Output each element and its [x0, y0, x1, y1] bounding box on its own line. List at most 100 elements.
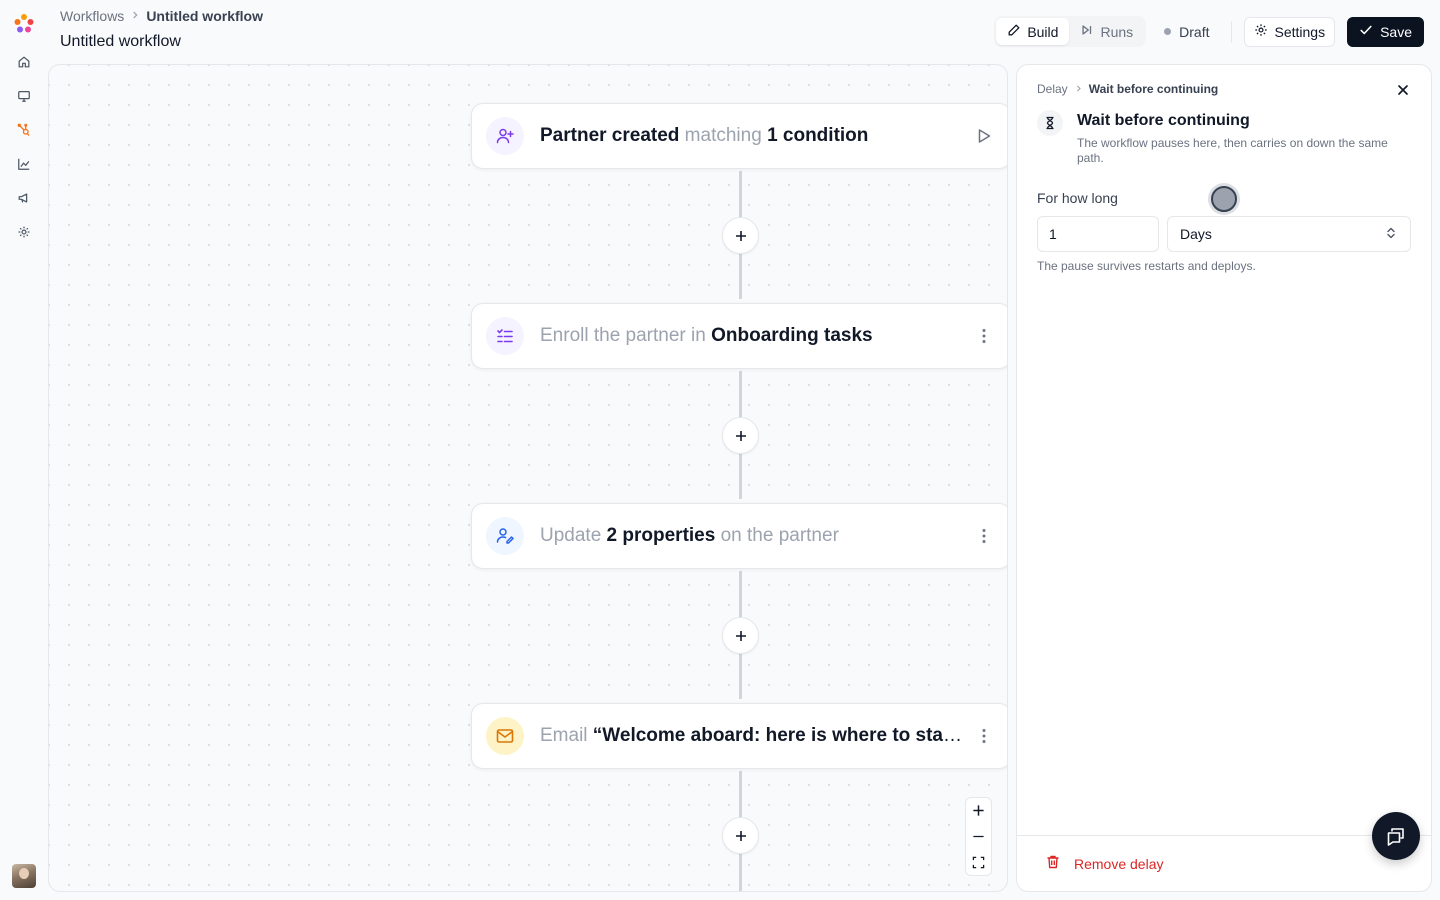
panel-breadcrumb-current: Wait before continuing	[1088, 82, 1219, 96]
user-plus-icon	[486, 117, 524, 155]
node-text-part: Onboarding tasks	[711, 325, 873, 346]
panel-breadcrumb: Delay Wait before continuing	[1037, 82, 1218, 96]
maximize-icon	[972, 856, 985, 868]
zoom-controls	[965, 797, 992, 876]
add-step-button[interactable]	[722, 417, 759, 454]
settings-label: Settings	[1274, 23, 1326, 40]
run-trigger-button[interactable]	[972, 124, 996, 148]
add-step-button[interactable]	[722, 817, 759, 854]
node-text-part: “Welcome aboard: here is where to start”	[592, 725, 964, 746]
hourglass-icon	[1037, 110, 1063, 136]
user-avatar[interactable]	[12, 864, 36, 888]
node-menu-button[interactable]	[972, 524, 996, 548]
zoom-in-button[interactable]	[966, 798, 991, 824]
more-vertical-icon	[982, 529, 986, 543]
status-label: Draft	[1179, 23, 1210, 40]
panel-description: The workflow pauses here, then carries o…	[1077, 136, 1388, 165]
duration-label: For how long	[1037, 190, 1118, 206]
skip-forward-icon	[1080, 23, 1094, 40]
panel-title: Wait before continuing	[1077, 112, 1250, 129]
panel-breadcrumb-root[interactable]: Delay	[1037, 82, 1068, 96]
pointer-indicator	[1211, 186, 1237, 212]
workflow-canvas[interactable]: Partner created matching 1 condition Enr…	[48, 64, 1008, 892]
header-toolbar: Build Runs Draft Settings Save	[994, 16, 1424, 47]
close-panel-button[interactable]	[1395, 82, 1411, 98]
node-text: Enroll the partner in Onboarding tasks	[540, 325, 964, 347]
page-header: Workflows Untitled workflow Untitled wor…	[60, 0, 1440, 60]
node-menu-button[interactable]	[972, 324, 996, 348]
node-text-part: matching	[679, 125, 768, 146]
tab-runs[interactable]: Runs	[1069, 18, 1144, 45]
mail-icon	[486, 717, 524, 755]
fit-view-button[interactable]	[966, 849, 991, 875]
workflow-node-trigger[interactable]: Partner created matching 1 condition	[471, 103, 1007, 169]
tab-build-label: Build	[1027, 23, 1059, 40]
duration-hint: The pause survives restarts and deploys.	[1037, 259, 1256, 273]
checklist-icon	[486, 317, 524, 355]
workflow-node-email[interactable]: Email “Welcome aboard: here is where to …	[471, 703, 1007, 769]
chat-support-button[interactable]	[1372, 812, 1420, 860]
duration-unit-value: Days	[1180, 226, 1212, 242]
duration-unit-select[interactable]: Days	[1167, 216, 1411, 252]
node-text-part: Email	[540, 725, 593, 746]
plus-icon	[735, 430, 746, 441]
breadcrumb: Workflows Untitled workflow	[60, 8, 263, 24]
breadcrumb-root-link[interactable]: Workflows	[60, 8, 124, 24]
user-edit-icon	[486, 517, 524, 555]
chevron-up-down-icon	[1384, 226, 1398, 243]
add-step-button[interactable]	[722, 217, 759, 254]
nav-megaphone-icon[interactable]	[14, 188, 34, 208]
trash-icon	[1045, 854, 1061, 873]
save-button[interactable]: Save	[1347, 16, 1424, 47]
check-icon	[1359, 23, 1373, 40]
plus-icon	[735, 230, 746, 241]
nav-settings-icon[interactable]	[14, 222, 34, 242]
workflow-node-enroll[interactable]: Enroll the partner in Onboarding tasks	[471, 303, 1007, 369]
add-step-button[interactable]	[722, 617, 759, 654]
tab-build[interactable]: Build	[996, 18, 1070, 45]
remove-delay-label: Remove delay	[1074, 855, 1164, 872]
panel-footer: Remove delay	[1017, 835, 1431, 891]
plus-icon	[973, 805, 984, 816]
gear-icon	[1254, 23, 1268, 40]
play-icon	[978, 129, 991, 143]
node-menu-button[interactable]	[972, 724, 996, 748]
minus-icon	[973, 835, 984, 838]
node-text-part: on the partner	[715, 525, 839, 546]
status-dot-icon	[1164, 28, 1172, 35]
nav-chart-icon[interactable]	[14, 154, 34, 174]
toolbar-divider	[1231, 20, 1233, 43]
remove-delay-button[interactable]: Remove delay	[1045, 854, 1164, 873]
plus-icon	[735, 830, 746, 841]
node-text: Update 2 properties on the partner	[540, 525, 964, 547]
nav-home-icon[interactable]	[14, 52, 34, 72]
save-label: Save	[1380, 23, 1412, 40]
workflow-node-update[interactable]: Update 2 properties on the partner	[471, 503, 1007, 569]
view-tabs: Build Runs	[994, 16, 1147, 47]
pencil-icon	[1007, 23, 1021, 40]
node-text-part: Enroll the partner in	[540, 325, 712, 346]
chevron-right-icon	[1074, 82, 1083, 96]
node-text-part: Update	[540, 525, 607, 546]
plus-icon	[735, 630, 746, 641]
left-rail	[0, 0, 48, 900]
step-detail-panel: Delay Wait before continuing Wait before…	[1016, 64, 1432, 892]
settings-button[interactable]: Settings	[1244, 16, 1336, 47]
node-text: Email “Welcome aboard: here is where to …	[540, 725, 964, 747]
breadcrumb-current: Untitled workflow	[146, 8, 263, 24]
node-text: Partner created matching 1 condition	[540, 125, 964, 147]
nav-monitor-icon[interactable]	[14, 86, 34, 106]
tab-runs-label: Runs	[1100, 23, 1134, 40]
more-vertical-icon	[982, 729, 986, 743]
page-title: Untitled workflow	[60, 33, 181, 50]
status-badge: Draft	[1154, 24, 1219, 40]
zoom-out-button[interactable]	[966, 824, 991, 850]
more-vertical-icon	[982, 329, 986, 343]
duration-input[interactable]	[1037, 216, 1159, 252]
chevron-right-icon	[130, 9, 140, 23]
nav-hubspot-icon[interactable]	[14, 120, 34, 140]
chat-icon	[1387, 828, 1404, 846]
node-text-part: Partner created	[540, 125, 680, 146]
node-text-part: 1 condition	[767, 125, 869, 146]
app-logo-icon[interactable]	[12, 12, 36, 36]
